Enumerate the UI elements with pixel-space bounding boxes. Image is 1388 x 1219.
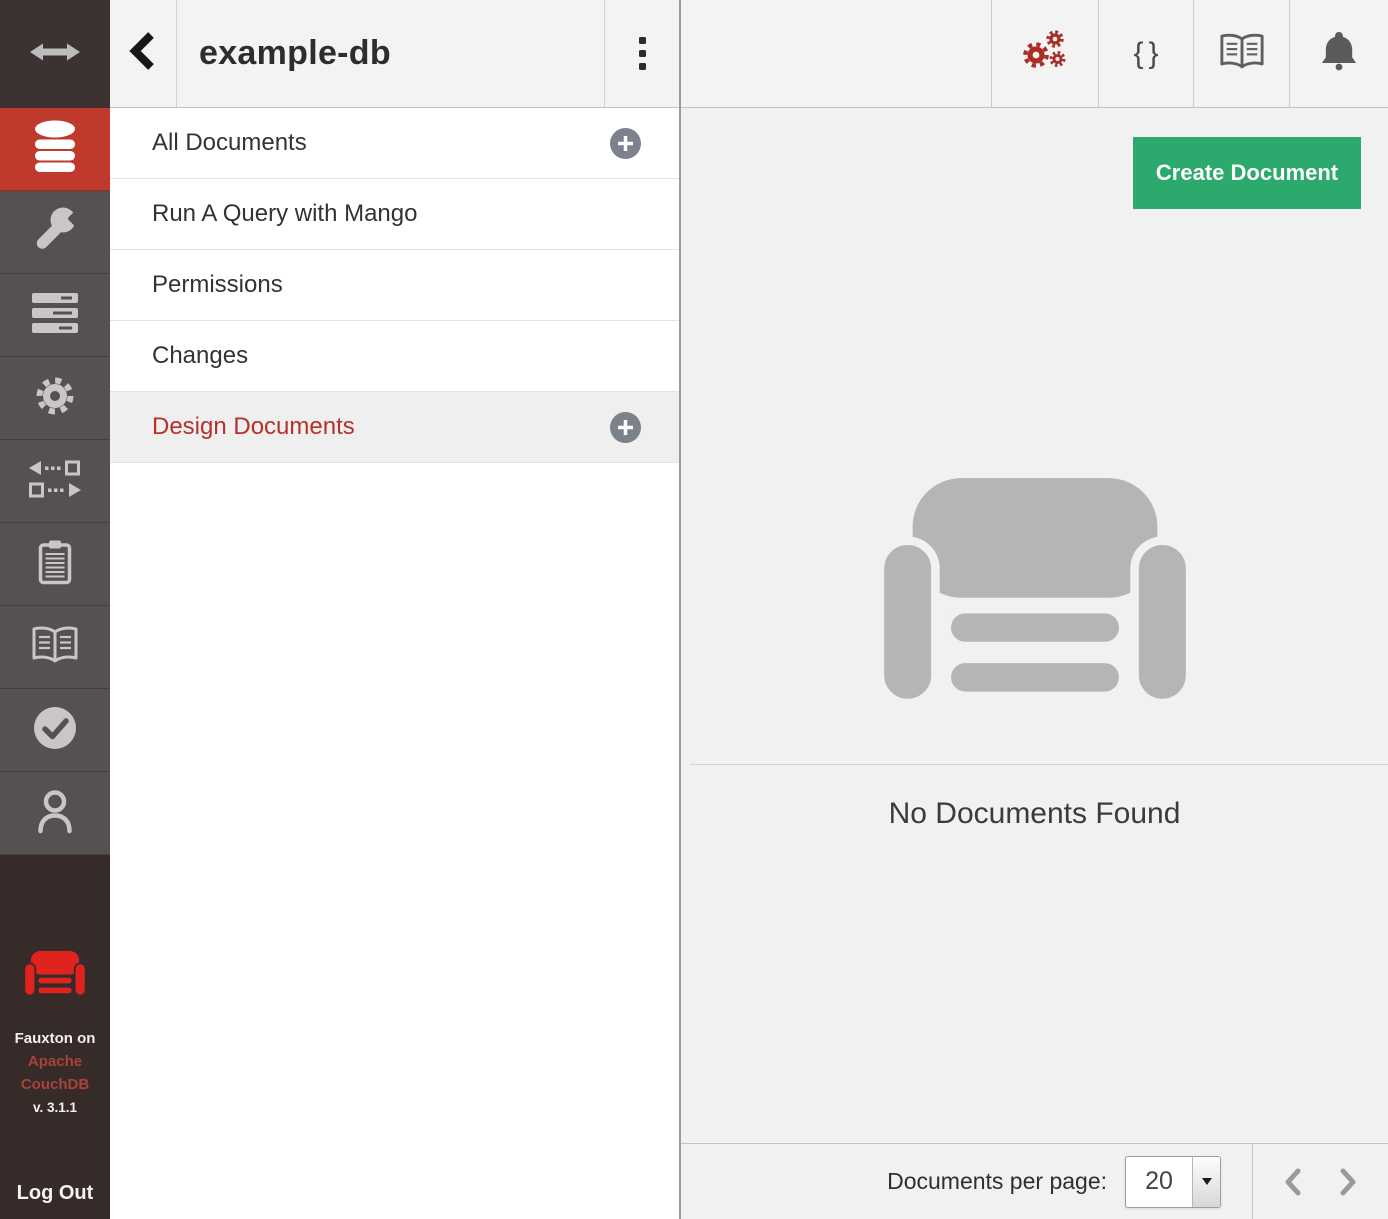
content-divider xyxy=(690,764,1388,765)
documentation-book-icon xyxy=(1219,33,1265,75)
sidebar-item-verify[interactable] xyxy=(0,689,110,772)
per-page-select[interactable]: 20 xyxy=(1125,1156,1221,1208)
page-nav-controls xyxy=(1252,1144,1388,1219)
chevron-right-icon xyxy=(1337,1167,1359,1197)
nav-item-label: Changes xyxy=(152,342,248,370)
plus-circle-icon xyxy=(610,412,641,443)
plus-circle-icon xyxy=(610,128,641,159)
couch-placeholder-icon xyxy=(878,478,1191,711)
logout-button[interactable]: Log Out xyxy=(17,1182,94,1205)
sidebar-item-documentation[interactable] xyxy=(0,606,110,689)
notifications-bell-icon xyxy=(1321,31,1357,76)
wrench-icon xyxy=(32,207,78,258)
database-title: example-db xyxy=(177,0,604,107)
database-icon xyxy=(33,120,77,179)
nav-item-design-documents[interactable]: Design Documents xyxy=(110,392,679,463)
clipboard-icon xyxy=(37,539,73,590)
brand-line-fauxton: Fauxton on xyxy=(15,1027,96,1050)
nav-item-label: Run A Query with Mango xyxy=(152,200,417,228)
create-document-button[interactable]: Create Document xyxy=(1133,137,1361,209)
settings-button[interactable] xyxy=(991,0,1098,107)
app-version-info: Fauxton on Apache CouchDB v. 3.1.1 xyxy=(15,1027,96,1119)
sidebar-collapse-toggle[interactable] xyxy=(0,0,110,108)
gear-icon xyxy=(33,374,77,423)
database-panel-header: example-db xyxy=(110,0,679,108)
json-braces-icon: {} xyxy=(1128,37,1163,71)
next-page-button[interactable] xyxy=(1333,1163,1363,1201)
kebab-menu-icon xyxy=(639,37,646,70)
sidebar-item-configuration[interactable] xyxy=(0,357,110,440)
database-panel: example-db All Documents Run A Query wit… xyxy=(110,0,681,1219)
chevron-left-icon xyxy=(1282,1167,1304,1197)
nav-item-label: Permissions xyxy=(152,271,283,299)
documentation-button[interactable] xyxy=(1193,0,1289,107)
main-content-area: {} xyxy=(681,0,1388,1219)
horizontal-resize-arrow-icon xyxy=(29,41,81,68)
previous-page-button[interactable] xyxy=(1278,1163,1308,1201)
add-document-button[interactable] xyxy=(610,128,641,159)
database-options-menu-button[interactable] xyxy=(604,0,679,107)
check-circle-icon xyxy=(33,706,77,755)
per-page-label: Documents per page: xyxy=(887,1168,1107,1195)
nav-item-changes[interactable]: Changes xyxy=(110,321,679,392)
masthead-toolbar: {} xyxy=(681,0,1388,108)
settings-gears-icon xyxy=(1021,29,1069,78)
database-nav-list: All Documents Run A Query with Mango Per… xyxy=(110,108,679,463)
empty-state-message: No Documents Found xyxy=(681,797,1388,831)
notifications-button[interactable] xyxy=(1289,0,1388,107)
pagination-footer: Documents per page: 20 xyxy=(681,1143,1388,1219)
sidebar-item-account[interactable] xyxy=(0,772,110,855)
replication-icon xyxy=(28,460,82,503)
primary-sidebar: Fauxton on Apache CouchDB v. 3.1.1 Log O… xyxy=(0,0,110,1219)
couchdb-couch-logo xyxy=(24,951,86,1001)
per-page-controls: Documents per page: 20 xyxy=(681,1144,1252,1219)
brand-line-version: v. 3.1.1 xyxy=(15,1096,96,1119)
chevron-left-icon xyxy=(127,28,159,79)
sidebar-item-active-tasks[interactable] xyxy=(0,523,110,606)
dropdown-arrow-icon xyxy=(1192,1157,1220,1207)
book-icon xyxy=(31,626,79,669)
brand-line-couchdb: CouchDB xyxy=(15,1073,96,1096)
sidebar-item-active-tasks-servers[interactable] xyxy=(0,274,110,357)
sidebar-item-setup[interactable] xyxy=(0,191,110,274)
sidebar-item-databases[interactable] xyxy=(0,108,110,191)
add-design-document-button[interactable] xyxy=(610,412,641,443)
nav-item-all-documents[interactable]: All Documents xyxy=(110,108,679,179)
sidebar-footer: Fauxton on Apache CouchDB v. 3.1.1 Log O… xyxy=(0,855,110,1219)
nav-item-mango-query[interactable]: Run A Query with Mango xyxy=(110,179,679,250)
nav-item-label: All Documents xyxy=(152,129,307,157)
nav-item-label: Design Documents xyxy=(152,413,355,441)
nav-item-permissions[interactable]: Permissions xyxy=(110,250,679,321)
json-view-button[interactable]: {} xyxy=(1098,0,1193,107)
person-icon xyxy=(36,788,74,839)
back-button[interactable] xyxy=(110,0,177,107)
per-page-selected-value: 20 xyxy=(1126,1157,1192,1207)
sidebar-item-replication[interactable] xyxy=(0,440,110,523)
server-stack-icon xyxy=(32,293,78,338)
brand-line-apache: Apache xyxy=(15,1050,96,1073)
